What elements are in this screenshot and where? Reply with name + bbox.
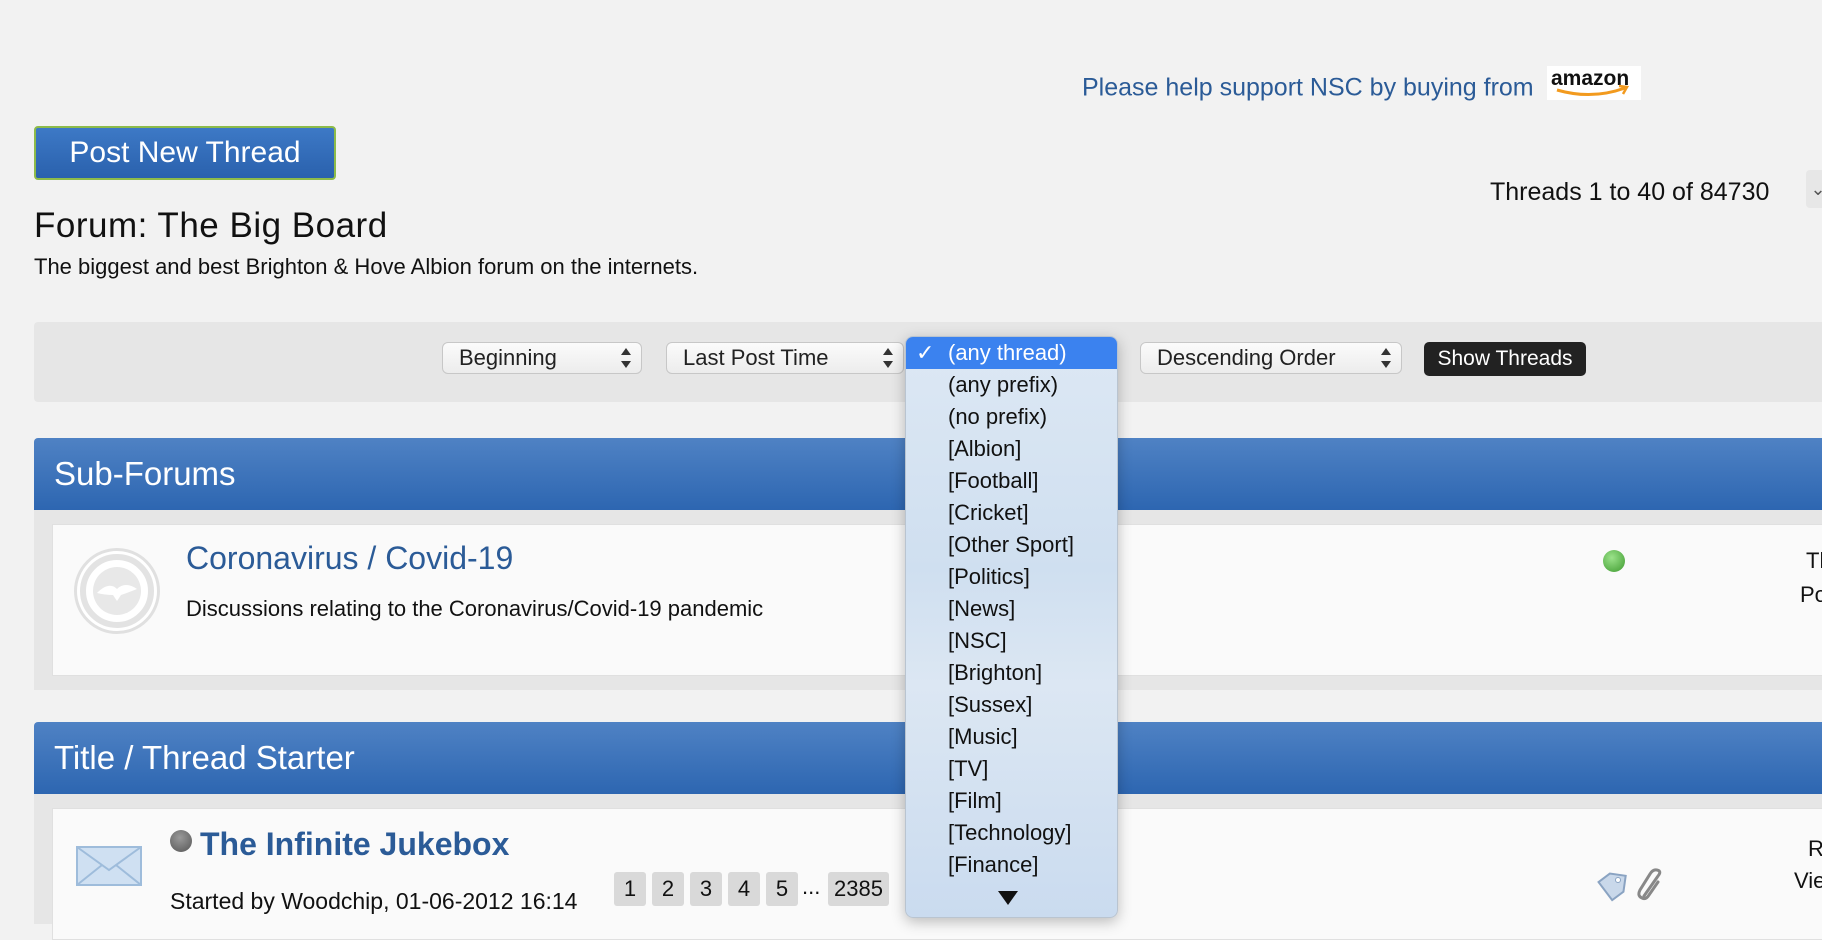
thread-status-icon[interactable] <box>170 830 192 852</box>
prefix-option-label: [Football] <box>948 468 1039 493</box>
prefix-option[interactable]: (no prefix) <box>906 401 1117 433</box>
amazon-logo-text: amazon <box>1551 67 1629 90</box>
subforum-stats-posts: Po <box>1800 582 1822 607</box>
prefix-options: ✓ (any thread) (any prefix) (no prefix) [Alb… <box>906 337 1117 881</box>
amazon-logo[interactable]: amazon <box>1546 66 1641 100</box>
prefix-option-label: [TV] <box>948 756 989 781</box>
envelope-icon <box>76 846 142 891</box>
prefix-option-label: [Music] <box>948 724 1018 749</box>
date-cut-value: Beginning <box>459 345 557 370</box>
prefix-dropdown-list[interactable]: ✓ (any thread) (any prefix) (no prefix) [Alb… <box>905 336 1118 918</box>
thread-stats-views: Vie <box>1794 868 1822 893</box>
thread-last-page-link[interactable]: 2385 <box>828 872 889 906</box>
thread-stats-replies: R <box>1808 836 1822 861</box>
prefix-option-label: [Sussex] <box>948 692 1033 717</box>
sort-order-value: Descending Order <box>1157 345 1336 370</box>
prefix-option-label: [Film] <box>948 788 1002 813</box>
sort-field-value: Last Post Time <box>683 345 829 370</box>
tag-icon[interactable] <box>1596 872 1628 907</box>
prefix-option[interactable]: [Sussex] <box>906 689 1117 721</box>
subforum-title-link[interactable]: Coronavirus / Covid-19 <box>186 540 513 577</box>
prefix-option-label: [News] <box>948 596 1016 621</box>
prefix-option[interactable]: [News] <box>906 593 1117 625</box>
prefix-option[interactable]: [Film] <box>906 785 1117 817</box>
prefix-option[interactable]: [Cricket] <box>906 497 1117 529</box>
prefix-option[interactable]: [Other Sport] <box>906 529 1117 561</box>
prefix-option-label: (no prefix) <box>948 404 1048 429</box>
prefix-option[interactable]: ✓ (any thread) <box>906 337 1117 369</box>
prefix-option[interactable]: [Politics] <box>906 561 1117 593</box>
thread-page-link[interactable]: 3 <box>690 872 722 906</box>
forum-description: The biggest and best Brighton & Hove Alb… <box>34 254 699 279</box>
sort-order-select[interactable]: Descending Order <box>1140 342 1402 374</box>
prefix-option-label: [Cricket] <box>948 500 1029 525</box>
sort-field-select[interactable]: Last Post Time <box>666 342 904 374</box>
prefix-option-label: [Albion] <box>948 436 1022 461</box>
chevron-down-icon: ⌄ <box>1810 179 1822 199</box>
pagination-jump-button[interactable]: ⌄ <box>1806 170 1822 208</box>
promo-text[interactable]: Please help support NSC by buying from <box>1082 74 1534 102</box>
prefix-option-label: (any thread) <box>948 340 1067 365</box>
select-arrows-icon <box>621 347 631 369</box>
date-cut-select[interactable]: Beginning <box>442 342 642 374</box>
forum-logo-icon <box>74 548 160 634</box>
prefix-option[interactable]: [TV] <box>906 753 1117 785</box>
thread-starter: Started by Woodchip, 01-06-2012 16:14 <box>170 888 578 914</box>
thread-page-link[interactable]: 2 <box>652 872 684 906</box>
show-threads-button[interactable]: Show Threads <box>1424 342 1586 376</box>
prefix-option[interactable]: [Music] <box>906 721 1117 753</box>
prefix-option[interactable]: [Finance] <box>906 849 1117 881</box>
select-arrows-icon <box>1381 347 1391 369</box>
prefix-option-label: [Brighton] <box>948 660 1043 685</box>
subforum-description: Discussions relating to the Coronavirus/… <box>186 596 764 621</box>
select-arrows-icon <box>883 347 893 369</box>
prefix-option-label: [NSC] <box>948 628 1007 653</box>
thread-page-link[interactable]: 1 <box>614 872 646 906</box>
prefix-option[interactable]: [Brighton] <box>906 657 1117 689</box>
page-ellipsis: ... <box>802 874 821 899</box>
prefix-option-label: [Technology] <box>948 820 1072 845</box>
prefix-option[interactable]: [NSC] <box>906 625 1117 657</box>
prefix-option-label: [Other Sport] <box>948 532 1074 557</box>
thread-title-link[interactable]: The Infinite Jukebox <box>200 826 509 863</box>
scroll-down-arrow-icon[interactable] <box>998 891 1018 905</box>
prefix-option[interactable]: [Football] <box>906 465 1117 497</box>
paperclip-icon[interactable] <box>1636 868 1666 907</box>
amazon-promo[interactable]: Please help support NSC by buying from a… <box>1082 66 1641 106</box>
subforum-stats-threads: Th <box>1806 548 1822 573</box>
thread-page-link[interactable]: 5 <box>766 872 798 906</box>
page-title: Forum: The Big Board <box>34 206 388 245</box>
prefix-option[interactable]: (any prefix) <box>906 369 1117 401</box>
status-online-icon <box>1603 550 1625 572</box>
prefix-option[interactable]: [Technology] <box>906 817 1117 849</box>
thread-count: Threads 1 to 40 of 84730 <box>1490 178 1770 206</box>
checkmark-icon: ✓ <box>916 340 935 365</box>
prefix-option[interactable]: [Albion] <box>906 433 1117 465</box>
prefix-option-label: [Politics] <box>948 564 1030 589</box>
prefix-option-label: [Finance] <box>948 852 1039 877</box>
prefix-option-label: (any prefix) <box>948 372 1059 397</box>
post-new-thread-button[interactable]: Post New Thread <box>34 126 336 180</box>
thread-page-link[interactable]: 4 <box>728 872 760 906</box>
